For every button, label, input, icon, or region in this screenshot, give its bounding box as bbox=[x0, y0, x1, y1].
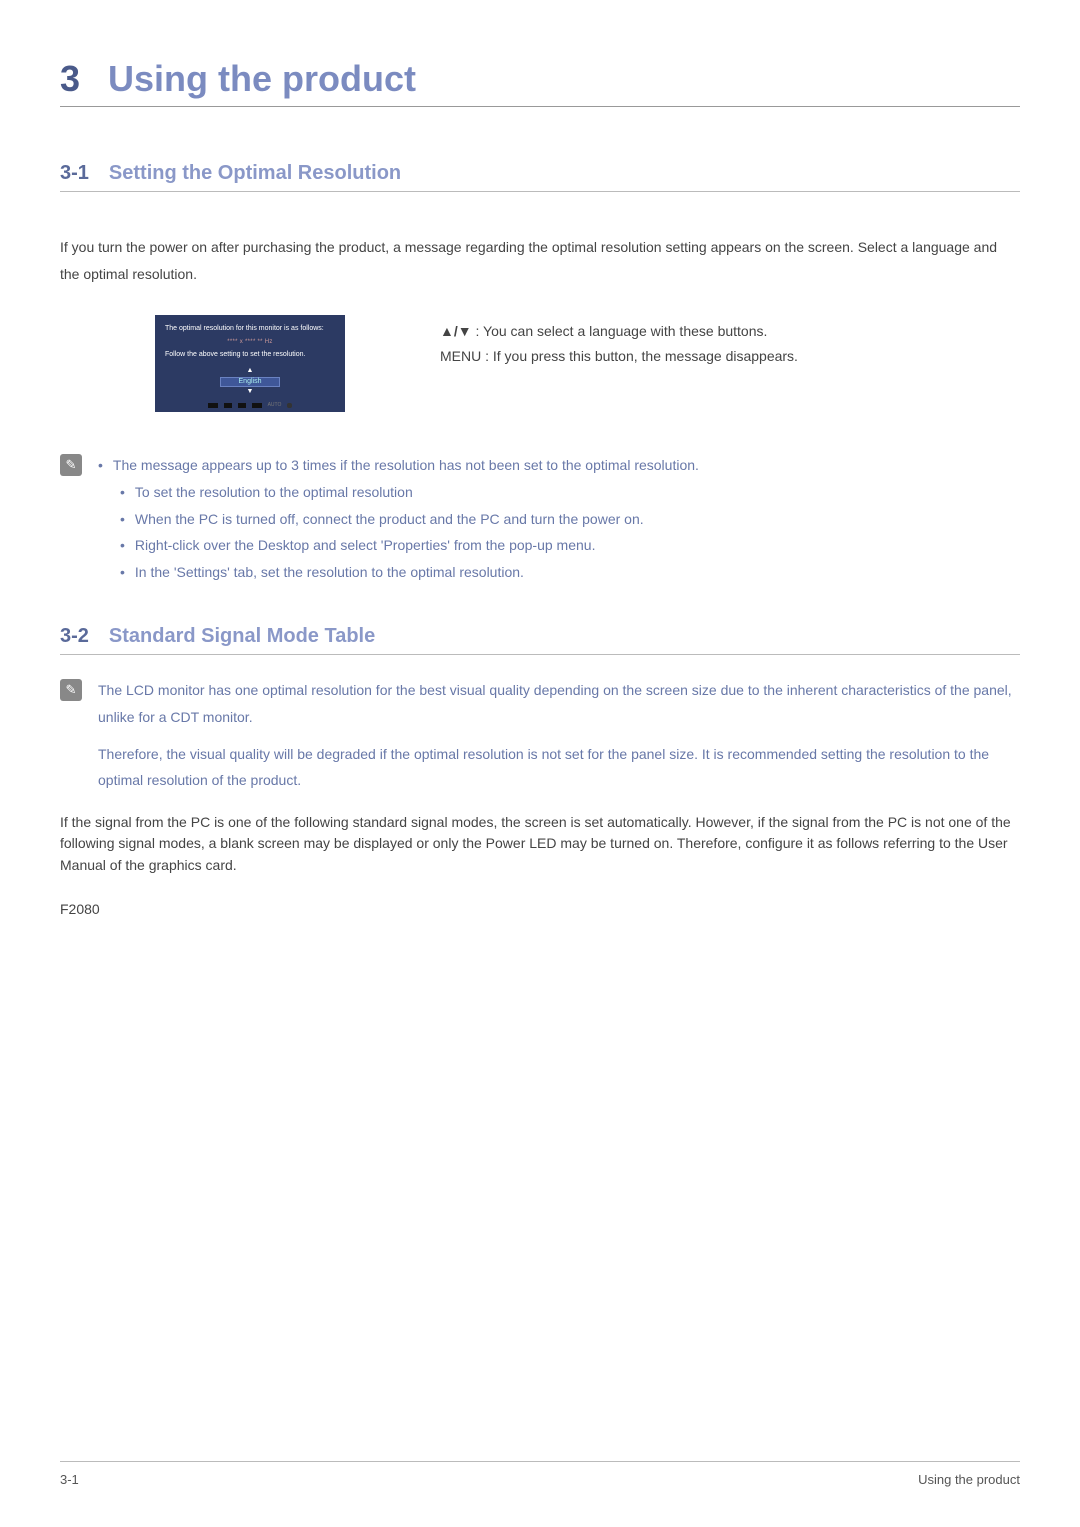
note-bullet: To set the resolution to the optimal res… bbox=[98, 479, 1020, 506]
note-icon: ✎ bbox=[60, 679, 88, 793]
intro-paragraph: If you turn the power on after purchasin… bbox=[60, 234, 1020, 287]
osd-arrow-up-icon: ▲ bbox=[165, 367, 335, 375]
note-bullet: Right-click over the Desktop and select … bbox=[98, 532, 1020, 559]
osd-text-line1: The optimal resolution for this monitor … bbox=[165, 325, 335, 333]
osd-power-icon bbox=[287, 403, 292, 408]
osd-btn-icon bbox=[252, 403, 262, 408]
chapter-title: Using the product bbox=[108, 58, 416, 100]
button-instructions: ▲/▼ : You can select a language with the… bbox=[440, 315, 798, 369]
note-bullet: The message appears up to 3 times if the… bbox=[98, 452, 1020, 479]
note-bullet: In the 'Settings' tab, set the resolutio… bbox=[98, 559, 1020, 586]
osd-illustration: The optimal resolution for this monitor … bbox=[155, 315, 345, 412]
footer-page-ref: 3-1 bbox=[60, 1472, 79, 1487]
pencil-icon: ✎ bbox=[60, 679, 82, 701]
note-content: The message appears up to 3 times if the… bbox=[98, 452, 1020, 585]
note-paragraph: Therefore, the visual quality will be de… bbox=[98, 741, 1020, 794]
menu-button-desc: MENU : If you press this button, the mes… bbox=[440, 344, 798, 369]
note-block-3-2: ✎ The LCD monitor has one optimal resolu… bbox=[60, 677, 1020, 793]
note-paragraph: The LCD monitor has one optimal resoluti… bbox=[98, 677, 1020, 730]
arrow-icons: ▲/▼ bbox=[440, 323, 472, 339]
osd-arrow-down-icon: ▼ bbox=[165, 388, 335, 396]
note-block-3-1: ✎ The message appears up to 3 times if t… bbox=[60, 452, 1020, 585]
arrow-buttons-desc: ▲/▼ : You can select a language with the… bbox=[440, 319, 798, 344]
chapter-heading: 3 Using the product bbox=[60, 58, 1020, 107]
pencil-icon: ✎ bbox=[60, 454, 82, 476]
section-number: 3-1 bbox=[60, 162, 89, 185]
model-label: F2080 bbox=[60, 901, 1020, 917]
page-footer: 3-1 Using the product bbox=[60, 1461, 1020, 1487]
osd-btn-icon bbox=[208, 403, 218, 408]
note-bullet: When the PC is turned off, connect the p… bbox=[98, 506, 1020, 533]
arrow-desc-text: : You can select a language with these b… bbox=[472, 323, 768, 339]
osd-button-row: AUTO bbox=[165, 402, 335, 408]
chapter-number: 3 bbox=[60, 58, 80, 100]
osd-auto-label: AUTO bbox=[268, 402, 282, 408]
note-icon: ✎ bbox=[60, 454, 88, 585]
osd-text-line2: Follow the above setting to set the reso… bbox=[165, 351, 335, 359]
osd-resolution-placeholder: **** x **** ** Hz bbox=[165, 339, 335, 345]
osd-illustration-wrap: The optimal resolution for this monitor … bbox=[60, 315, 440, 412]
section-number: 3-2 bbox=[60, 625, 89, 648]
section-heading-3-2: 3-2 Standard Signal Mode Table bbox=[60, 625, 1020, 655]
body-paragraph: If the signal from the PC is one of the … bbox=[60, 812, 1020, 877]
section-title: Standard Signal Mode Table bbox=[109, 625, 375, 648]
osd-language-selected: English bbox=[220, 377, 281, 387]
osd-row: The optimal resolution for this monitor … bbox=[60, 315, 1020, 412]
osd-language-selector: ▲ English ▼ bbox=[165, 367, 335, 396]
osd-btn-icon bbox=[238, 403, 246, 408]
note-content: The LCD monitor has one optimal resoluti… bbox=[98, 677, 1020, 793]
section-heading-3-1: 3-1 Setting the Optimal Resolution bbox=[60, 162, 1020, 192]
footer-chapter-ref: Using the product bbox=[918, 1472, 1020, 1487]
osd-btn-icon bbox=[224, 403, 232, 408]
section-title: Setting the Optimal Resolution bbox=[109, 162, 401, 185]
